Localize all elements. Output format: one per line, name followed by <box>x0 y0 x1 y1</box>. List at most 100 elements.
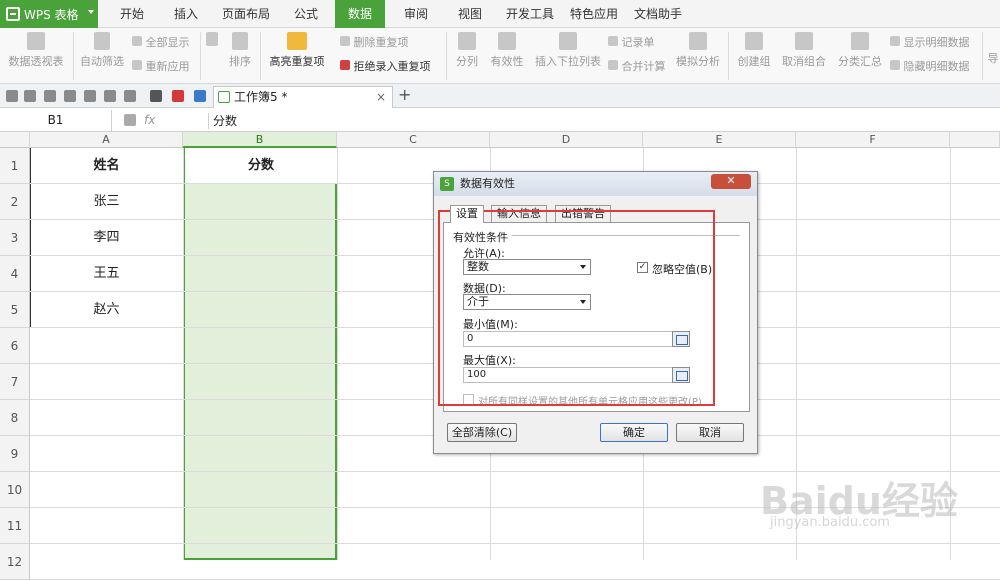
app-menu-button[interactable]: WPS 表格 <box>0 0 98 28</box>
reapply-button[interactable]: 重新应用 <box>132 58 190 74</box>
reject-duplicates-button[interactable]: 拒绝录入重复项 <box>340 58 431 74</box>
close-icon[interactable]: ✕ <box>711 174 751 189</box>
row-header[interactable]: 8 <box>0 400 30 436</box>
consolidate-label: 合并计算 <box>621 60 666 73</box>
new-tab-icon[interactable]: + <box>398 85 411 104</box>
autofilter-button[interactable]: 自动筛选 <box>78 32 126 69</box>
menu-insert[interactable]: 插入 <box>164 0 208 28</box>
simulation-button[interactable]: 模拟分析 <box>674 32 722 69</box>
tab-settings[interactable]: 设置 <box>450 205 484 223</box>
consolidate-icon <box>608 60 618 70</box>
ok-button[interactable]: 确定 <box>600 423 668 442</box>
show-detail-button[interactable]: 显示明细数据 <box>890 34 970 50</box>
redo-icon[interactable] <box>124 90 136 102</box>
menu-formula[interactable]: 公式 <box>284 0 328 28</box>
menu-review[interactable]: 审阅 <box>394 0 438 28</box>
row-header[interactable]: 1 <box>0 148 30 184</box>
record-form-button[interactable]: 记录单 <box>608 34 655 50</box>
ungroup-button[interactable]: 取消组合 <box>778 32 830 69</box>
subtotal-icon <box>851 32 869 50</box>
column-header-b[interactable]: B <box>183 132 337 148</box>
function-icon[interactable]: fx <box>144 113 155 127</box>
quick-access-bar <box>0 84 1000 108</box>
column-header-f[interactable]: F <box>796 132 950 148</box>
autofilter-label: 自动筛选 <box>80 55 124 68</box>
delete-duplicates-button[interactable]: 删除重复项 <box>340 34 409 50</box>
open-icon[interactable] <box>6 90 18 102</box>
consolidate-button[interactable]: 合并计算 <box>608 58 666 74</box>
menu-data[interactable]: 数据 <box>335 0 385 28</box>
sort-button[interactable]: 排序 <box>225 32 255 69</box>
group-icon <box>745 32 763 50</box>
dialog-title-bar[interactable]: S 数据有效性 ✕ <box>434 172 757 196</box>
row-header[interactable]: 11 <box>0 508 30 544</box>
wps-w-icon[interactable] <box>172 90 184 102</box>
create-group-button[interactable]: 创建组 <box>734 32 774 69</box>
row-header[interactable]: 7 <box>0 364 30 400</box>
simulation-label: 模拟分析 <box>676 55 720 68</box>
undo-icon[interactable] <box>104 90 116 102</box>
insert-dropdown-button[interactable]: 插入下拉列表 <box>534 32 602 69</box>
hide-detail-button[interactable]: 隐藏明细数据 <box>890 58 970 74</box>
formula-input[interactable]: 分数 <box>208 113 237 129</box>
row-header[interactable]: 12 <box>0 544 30 580</box>
cell-b1[interactable]: 分数 <box>185 148 337 184</box>
filter-small-icon <box>132 36 142 46</box>
menu-page-layout[interactable]: 页面布局 <box>218 0 274 28</box>
filter-icon <box>94 32 110 50</box>
cloud-box-icon[interactable] <box>194 90 206 102</box>
reapply-label: 重新应用 <box>145 60 190 73</box>
row-header[interactable]: 6 <box>0 328 30 364</box>
select-all-corner[interactable] <box>0 132 30 148</box>
cell-a5[interactable]: 赵六 <box>30 292 183 328</box>
document-tab[interactable]: 工作簿5 * × <box>213 86 393 108</box>
watermark-url: jingyan.baidu.com <box>770 515 890 530</box>
row-header[interactable]: 2 <box>0 184 30 220</box>
column-header-d[interactable]: D <box>490 132 643 148</box>
column-header-a[interactable]: A <box>30 132 183 148</box>
menu-home[interactable]: 开始 <box>110 0 154 28</box>
search-icon[interactable] <box>124 114 136 126</box>
column-header-g[interactable] <box>950 132 1000 148</box>
save-icon[interactable] <box>24 90 36 102</box>
cell-a3[interactable]: 李四 <box>30 220 183 256</box>
delete-dup-icon <box>340 36 350 46</box>
import-button[interactable]: 导 <box>986 50 1000 66</box>
pivot-table-button[interactable]: 数据透视表 <box>4 32 68 69</box>
split-label: 分列 <box>456 55 478 68</box>
print-icon[interactable] <box>64 90 76 102</box>
filter-small-icon <box>132 60 142 70</box>
wps-spreadsheet-icon: S <box>440 177 454 191</box>
menu-doc-assistant[interactable]: 文档助手 <box>630 0 686 28</box>
cell-a2[interactable]: 张三 <box>30 184 183 220</box>
menu-bar: WPS 表格 开始 插入 页面布局 公式 数据 审阅 视图 开发工具 特色应用 … <box>0 0 1000 28</box>
validity-button[interactable]: 有效性 <box>485 32 529 69</box>
ungroup-label: 取消组合 <box>782 55 826 68</box>
column-header-c[interactable]: C <box>337 132 490 148</box>
column-header-e[interactable]: E <box>643 132 796 148</box>
close-tab-icon[interactable]: × <box>376 87 386 107</box>
sort-label: 排序 <box>229 55 251 68</box>
subtotal-label: 分类汇总 <box>838 55 882 68</box>
highlight-duplicates-button[interactable]: 高亮重复项 <box>265 32 329 69</box>
sort-asc-icon[interactable] <box>206 32 218 49</box>
row-header[interactable]: 4 <box>0 256 30 292</box>
row-header[interactable]: 9 <box>0 436 30 472</box>
cancel-button[interactable]: 取消 <box>676 423 744 442</box>
split-column-button[interactable]: 分列 <box>452 32 482 69</box>
export-icon[interactable] <box>44 90 56 102</box>
row-header[interactable]: 3 <box>0 220 30 256</box>
menu-developer[interactable]: 开发工具 <box>502 0 558 28</box>
customize-dropdown-icon[interactable] <box>150 90 162 102</box>
menu-view[interactable]: 视图 <box>448 0 492 28</box>
cell-a4[interactable]: 王五 <box>30 256 183 292</box>
preview-icon[interactable] <box>84 90 96 102</box>
subtotal-button[interactable]: 分类汇总 <box>836 32 884 69</box>
row-header[interactable]: 5 <box>0 292 30 328</box>
row-header[interactable]: 10 <box>0 472 30 508</box>
menu-features[interactable]: 特色应用 <box>566 0 622 28</box>
clear-all-button[interactable]: 全部清除(C) <box>447 423 517 442</box>
name-box[interactable]: B1 <box>0 110 112 131</box>
show-all-button[interactable]: 全部显示 <box>132 34 190 50</box>
cell-a1[interactable]: 姓名 <box>30 148 183 184</box>
